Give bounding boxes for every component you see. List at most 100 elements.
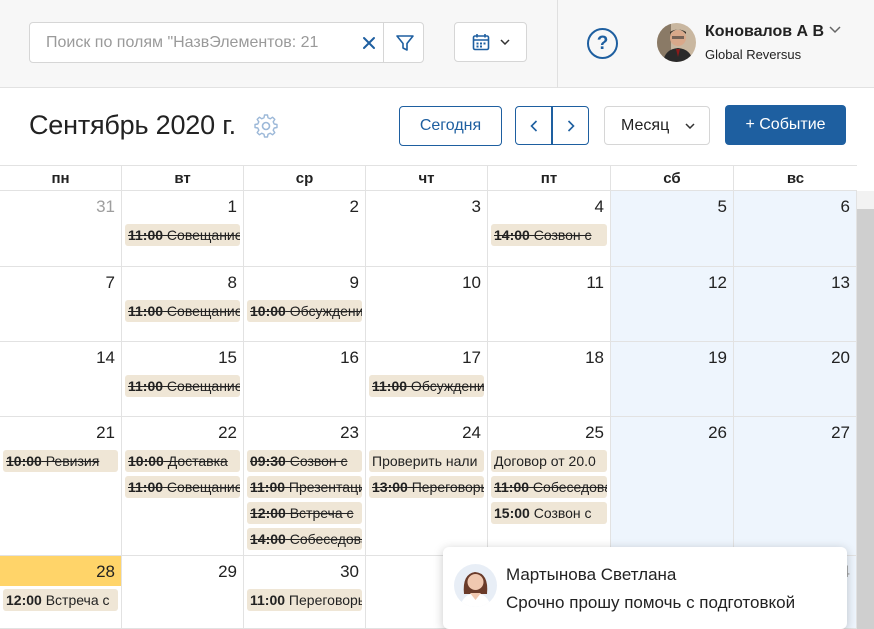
day-cell[interactable]: 11 (488, 267, 611, 342)
calendar-event[interactable]: 14:00 Собеседование (247, 528, 362, 550)
next-month-button[interactable] (552, 106, 589, 145)
calendar-event[interactable]: 11:00 Совещание (125, 300, 240, 322)
calendar-event[interactable]: 10:00 Обсуждение (247, 300, 362, 322)
notification-sender: Мартынова Светлана (506, 565, 677, 584)
day-cell[interactable]: 14 (0, 342, 122, 417)
calendar-event[interactable]: 12:00 Встреча с (247, 502, 362, 524)
calendar-event[interactable]: Проверить нали (369, 450, 484, 472)
user-name[interactable]: Коновалов А В (705, 23, 824, 41)
calendar-event[interactable]: 11:00 Переговоры (247, 589, 362, 611)
avatar[interactable] (657, 23, 696, 62)
calendar-event[interactable]: 11:00 Собеседование (491, 476, 607, 498)
day-number: 4 (594, 197, 604, 216)
day-cell[interactable]: 13 (734, 267, 857, 342)
day-cell[interactable]: 31 (0, 191, 122, 267)
day-number: 22 (218, 423, 237, 442)
day-cell[interactable]: 4 14:00 Созвон с (488, 191, 611, 267)
top-bar: ? Коновалов А В Global Reversus (0, 0, 874, 88)
day-number: 8 (227, 273, 237, 292)
filter-icon (396, 34, 414, 51)
prev-month-button[interactable] (515, 106, 552, 145)
day-cell[interactable]: 6 (734, 191, 857, 267)
day-number: 2 (349, 197, 359, 216)
chevron-down-icon (685, 122, 695, 129)
day-cell[interactable]: 17 11:00 Обсуждение (366, 342, 488, 417)
day-cell[interactable]: 2 (244, 191, 366, 267)
day-cell[interactable]: 29 (122, 556, 244, 629)
chevron-left-icon (529, 119, 537, 132)
day-number: 23 (340, 423, 359, 442)
calendar-event[interactable]: Договор от 20.0 (491, 450, 607, 472)
day-number: 20 (831, 348, 850, 367)
day-cell[interactable]: 25 Договор от 20.0 11:00 Собеседование 15:0… (488, 417, 611, 556)
day-number: 24 (462, 423, 481, 442)
calendar-event[interactable]: 15:00 Созвон с (491, 502, 607, 524)
day-cell[interactable]: 27 (734, 417, 857, 556)
day-cell[interactable]: 3 (366, 191, 488, 267)
search-divider (383, 23, 384, 62)
day-number: 16 (340, 348, 359, 367)
day-cell[interactable]: 21 10:00 Ревизия (0, 417, 122, 556)
day-cell[interactable]: 18 (488, 342, 611, 417)
calendar-event[interactable]: 11:00 Совещание (125, 375, 240, 397)
toolbar-divider (557, 0, 558, 88)
filter-button[interactable] (386, 23, 424, 62)
calendar-picker-button[interactable] (454, 22, 527, 62)
today-button[interactable]: Сегодня (399, 106, 502, 146)
day-cell[interactable]: 10 (366, 267, 488, 342)
day-cell[interactable]: 5 (611, 191, 734, 267)
day-number: 30 (340, 562, 359, 581)
notification-toast[interactable]: Мартынова Светлана Срочно прошу помочь с… (443, 547, 847, 629)
calendar-event[interactable]: 12:00 Встреча с (3, 589, 118, 611)
calendar-event[interactable]: 11:00 Совещание (125, 224, 240, 246)
day-cell[interactable]: 23 09:30 Созвон с 11:00 Презентация 12:00 В… (244, 417, 366, 556)
calendar-event[interactable]: 10:00 Ревизия (3, 450, 118, 472)
weekday-header: пн (0, 165, 122, 191)
day-number: 28 (96, 562, 115, 581)
day-cell[interactable]: 30 11:00 Переговоры (244, 556, 366, 629)
day-cell[interactable]: 9 10:00 Обсуждение (244, 267, 366, 342)
day-cell[interactable]: 22 10:00 Доставка 11:00 Совещание (122, 417, 244, 556)
calendar-event[interactable]: 14:00 Созвон с (491, 224, 607, 246)
weekday-header: сб (611, 165, 734, 191)
day-number: 14 (96, 348, 115, 367)
day-number: 10 (462, 273, 481, 292)
calendar-event[interactable]: 11:00 Совещание (125, 476, 240, 498)
user-organization: Global Reversus (705, 47, 802, 62)
day-cell[interactable]: 12 (611, 267, 734, 342)
day-cell[interactable]: 19 (611, 342, 734, 417)
day-number: 7 (105, 273, 115, 292)
day-cell[interactable]: 16 (244, 342, 366, 417)
calendar-event[interactable]: 10:00 Доставка (125, 450, 240, 472)
chevron-right-icon (567, 119, 575, 132)
day-cell[interactable]: 8 11:00 Совещание (122, 267, 244, 342)
day-number: 21 (96, 423, 115, 442)
add-event-button[interactable]: + Событие (725, 105, 846, 145)
weekday-header: чт (366, 165, 488, 191)
day-number: 12 (708, 273, 727, 292)
help-button[interactable]: ? (587, 28, 618, 59)
scrollbar-track[interactable] (857, 191, 874, 209)
day-cell[interactable]: 24 Проверить нали 13:00 Переговоры (366, 417, 488, 556)
notification-message: Срочно прошу помочь с подготовкой (506, 593, 796, 612)
calendar-event[interactable]: 13:00 Переговоры (369, 476, 484, 498)
day-cell[interactable]: 7 (0, 267, 122, 342)
calendar-event[interactable]: 09:30 Созвон с (247, 450, 362, 472)
weekday-header: пт (488, 165, 611, 191)
view-select[interactable]: Месяц (604, 106, 710, 145)
chevron-down-icon[interactable] (829, 26, 841, 34)
day-cell[interactable]: 1 11:00 Совещание (122, 191, 244, 267)
day-cell[interactable]: 28 12:00 Встреча с (0, 556, 122, 629)
day-cell[interactable]: 15 11:00 Совещание (122, 342, 244, 417)
day-number: 31 (96, 197, 115, 216)
day-number: 6 (840, 197, 850, 216)
gear-icon[interactable] (254, 114, 278, 138)
search-box (29, 22, 424, 63)
clear-search-button[interactable] (354, 23, 384, 62)
day-cell[interactable]: 20 (734, 342, 857, 417)
day-cell[interactable]: 26 (611, 417, 734, 556)
scrollbar[interactable] (857, 209, 874, 629)
calendar-event[interactable]: 11:00 Обсуждение (369, 375, 484, 397)
search-input[interactable] (31, 24, 356, 61)
calendar-event[interactable]: 11:00 Презентация (247, 476, 362, 498)
